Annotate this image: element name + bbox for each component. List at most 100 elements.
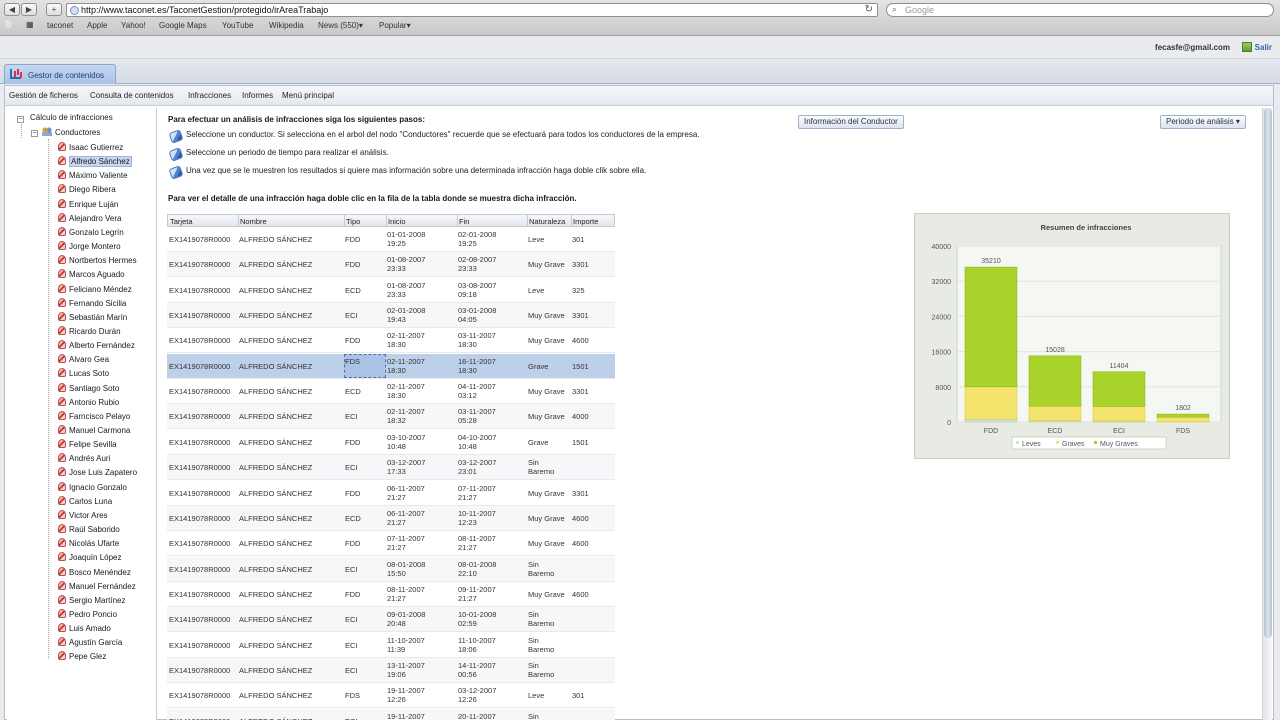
tree-item-driver[interactable]: Alberto Fernández [58,340,135,353]
tree-item-driver[interactable]: Santiago Soto [58,382,119,396]
tree-item-driver[interactable]: Ignacio Gonzalo [58,481,127,495]
menu-infractions[interactable]: Infracciones [188,91,231,100]
tree-item-driver[interactable]: Nicolás Ufarte [58,538,119,551]
tree-item-driver[interactable]: Marcos Aguado [58,269,125,282]
bookmark-wikipedia[interactable]: Wikipedia [269,21,304,30]
table-row[interactable]: EX1419078R0000 ALFREDO SÁNCHEZ FDD 06-11-20… [167,480,615,506]
logout-link[interactable]: Salir [1255,43,1272,52]
table-row[interactable]: EX1419078R0000 ALFREDO SÁNCHEZ FDD 08-11-20… [167,581,615,607]
forward-icon[interactable]: ▶ [21,3,37,16]
tree-item-driver[interactable]: Bosco Menéndez [58,566,131,580]
collapse-root-icon[interactable]: − [17,116,24,123]
reading-list-icon[interactable]: ⚪ [4,20,14,29]
menu-main[interactable]: Menú principal [282,91,334,100]
tree-item-driver[interactable]: Sergio Martínez [58,594,125,608]
bookmark-popular[interactable]: Popular▾ [379,21,411,30]
table-cell: 08-01-2008 22:10 [458,559,497,578]
menu-reports[interactable]: Informes [242,91,273,100]
search-field[interactable]: ⌕ Google [886,3,1274,17]
table-row[interactable]: EX1419078R0000 ALFREDO SÁNCHEZ FDD 07-11-20… [167,531,615,557]
table-row[interactable]: EX1419078R0000 ALFREDO SÁNCHEZ ECD 06-11-20… [167,505,615,531]
analysis-period-button[interactable]: Periodo de análisis ▾ [1160,115,1246,129]
tree-item-driver[interactable]: Joaquín López [58,552,122,565]
bookmark-google-maps[interactable]: Google Maps [159,21,207,30]
column-header[interactable]: Tarjeta [170,217,193,226]
table-row[interactable]: EX1419078R0000 ALFREDO SÁNCHEZ ECD 01-08-20… [167,277,615,303]
tree-group-drivers[interactable]: Conductores [42,127,100,140]
tree-item-driver[interactable]: Nortbertos Hermes [58,255,137,268]
tree-item-driver[interactable]: Ricardo Durán [58,325,121,339]
collapse-drivers-icon[interactable]: − [31,130,38,137]
vertical-scrollbar[interactable] [1262,108,1272,720]
column-header[interactable]: Nombre [240,217,267,226]
column-header[interactable]: Fin [459,217,469,226]
table-row[interactable]: EX1419078R0000 ALFREDO SÁNCHEZ ECD 02-11-20… [167,379,615,405]
bookmark-youtube[interactable]: YouTube [222,21,253,30]
column-header[interactable]: Inicio [388,217,406,226]
table-row[interactable]: EX1419078R0000 ALFREDO SÁNCHEZ ECI 09-01-20… [167,607,615,633]
tree-item-driver[interactable]: Carlos Luna [58,495,112,509]
bookmark-yahoo[interactable]: Yahoo! [121,21,146,30]
table-row[interactable]: EX1419078R0000 ALFREDO SÁNCHEZ ECI 13-11-20… [167,657,615,683]
tree-item-driver[interactable]: Antonio Rubio [58,396,119,410]
table-row[interactable]: EX1419078R0000 ALFREDO SÁNCHEZ ECI 08-01-20… [167,556,615,582]
table-row[interactable]: EX1419078R0000 ALFREDO SÁNCHEZ FDS 02-11-20… [167,353,615,379]
tree-item-driver[interactable]: Felipe Sevilla [58,439,117,452]
table-row[interactable]: EX1419078R0000 ALFREDO SÁNCHEZ FDD 01-08-20… [167,252,615,278]
table-row[interactable]: EX1419078R0000 ALFREDO SÁNCHEZ ECI 03-12-20… [167,455,615,481]
top-sites-icon[interactable]: ▦ [26,20,34,29]
column-header[interactable]: Naturaleza [529,217,565,226]
tree-item-driver[interactable]: Andrés Auri [58,453,110,466]
back-icon[interactable]: ◀ [4,3,20,16]
table-row[interactable]: EX1419078R0000 ALFREDO SÁNCHEZ ECI 02-01-20… [167,303,615,329]
table-row[interactable]: EX1419078R0000 ALFREDO SÁNCHEZ FDS 19-11-20… [167,683,615,709]
tree-item-driver[interactable]: Alvaro Gea [58,354,109,367]
tree-item-driver[interactable]: Feliciano Méndez [58,283,132,297]
tree-item-driver[interactable]: Sebastián Marín [58,311,127,325]
tree-item-driver[interactable]: Alfredo Sánchez [58,156,132,169]
tree-item-driver[interactable]: Jorge Montero [58,241,121,254]
tree-item-driver[interactable]: Farncisco Pelayo [58,410,130,424]
bookmark-taconet[interactable]: taconet [47,21,73,30]
menu-content-query[interactable]: Consulta de contenidos [90,91,174,100]
tree-item-driver[interactable]: Lucas Soto [58,368,109,381]
table-row[interactable]: EX1419078R0000 ALFREDO SÁNCHEZ FDD 02-11-20… [167,328,615,354]
add-bookmark-icon[interactable]: + [46,3,62,16]
bookmark-news[interactable]: News (550)▾ [318,21,363,30]
menu-file-management[interactable]: Gestión de ficheros [9,91,78,100]
tree-item-driver[interactable]: Victor Ares [58,509,108,523]
table-cell: EX1419078R0000 [169,311,231,321]
table-row[interactable]: EX1419078R0000 ALFREDO SÁNCHEZ ECI 02-11-20… [167,404,615,430]
tree-item-driver[interactable]: Manuel Carmona [58,425,130,438]
address-bar[interactable]: http://www.taconet.es/TaconetGestion/pro… [66,3,878,17]
tree-item-driver[interactable]: Alejandro Vera [58,212,121,226]
tree-item-driver[interactable]: Máximo Valiente [58,170,128,183]
table-cell: EX1419078R0000 [169,260,231,270]
tree-item-driver[interactable]: Enrique Luján [58,198,118,212]
tab-content-manager[interactable]: Gestor de contenidos [4,64,116,84]
table-row[interactable]: EX1419078R0000 ALFREDO SÁNCHEZ FDD 03-10-20… [167,429,615,455]
tree-item-driver[interactable]: Pepe Glez [58,651,106,664]
tree-item-driver[interactable]: Raúl Saborido [58,524,120,537]
table-row[interactable]: EX1419078R0000 ALFREDO SÁNCHEZ FDD 01-01-20… [167,227,615,252]
bookmark-apple[interactable]: Apple [87,21,107,30]
tree-item-driver[interactable]: Fernando Sicilia [58,297,126,311]
table-row[interactable]: EX1419078R0000 ALFREDO SÁNCHEZ ECI 11-10-20… [167,632,615,658]
column-header[interactable]: Tipo [346,217,360,226]
tree-item-driver[interactable]: Luis Amado [58,623,111,636]
tree-item-driver[interactable]: Gonzalo Legrín [58,226,124,240]
tree-item-driver[interactable]: Pedro Poncio [58,608,117,622]
tree-item-driver[interactable]: Agustín García [58,637,122,650]
driver-info-button[interactable]: Información del Conductor [798,115,904,129]
tree-item-driver[interactable]: Isaac Gutierrez [58,142,123,155]
table-row[interactable]: EX1419078R0000ALFREDO SÁNCHEZECI19-11-20… [167,708,615,720]
scroll-thumb[interactable] [1264,108,1272,638]
tree-item-driver[interactable]: Jose Luis Zapatero [58,467,137,480]
tree-root[interactable]: Cálculo de infracciones [30,113,113,126]
table-cell: 3301 [572,387,589,397]
tree-item-driver[interactable]: Manuel Fernández [58,580,136,594]
tree-item-driver[interactable]: Diego Ribera [58,184,116,197]
reload-icon[interactable]: ↻ [865,4,873,15]
column-header[interactable]: Importe [573,217,598,226]
logout-icon[interactable] [1242,42,1252,52]
